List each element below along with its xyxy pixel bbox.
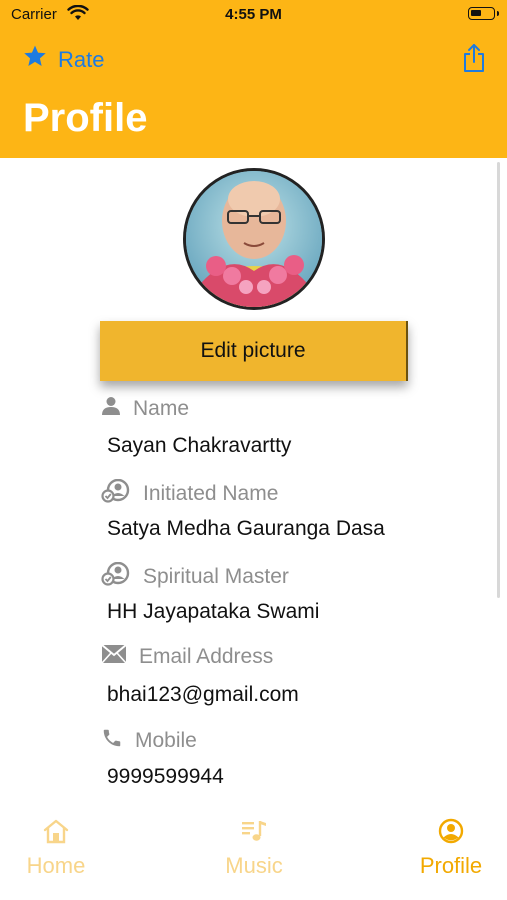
tab-home[interactable]: Home — [0, 818, 121, 879]
email-value: bhai123@gmail.com — [107, 683, 299, 706]
mobile-value: 9999599944 — [107, 765, 224, 788]
spiritual-master-value: HH Jayapataka Swami — [107, 600, 320, 623]
page-title: Profile — [23, 96, 148, 140]
profile-icon — [437, 818, 465, 849]
spiritual-master-label: Spiritual Master — [143, 565, 289, 588]
profile-avatar[interactable] — [183, 168, 325, 310]
envelope-icon — [101, 644, 127, 670]
initiated-name-label: Initiated Name — [143, 482, 279, 505]
initiated-name-label-row: Initiated Name — [101, 478, 279, 509]
person-icon — [101, 396, 121, 422]
status-bar: Carrier 4:55 PM — [0, 0, 507, 32]
rate-label: Rate — [58, 46, 105, 72]
rate-button[interactable]: Rate — [22, 44, 104, 75]
scrollbar[interactable] — [497, 162, 500, 598]
spiritual-master-label-row: Spiritual Master — [101, 561, 289, 592]
name-label-row: Name — [101, 396, 189, 422]
person-badge-icon — [101, 478, 131, 509]
share-icon — [461, 44, 487, 77]
mobile-label-row: Mobile — [101, 727, 197, 755]
mobile-label: Mobile — [135, 729, 197, 752]
home-icon — [42, 818, 70, 849]
tab-bar: Home Music Profile — [0, 808, 507, 900]
music-icon — [240, 818, 268, 849]
clock: 4:55 PM — [225, 6, 282, 23]
email-label: Email Address — [139, 645, 274, 668]
tab-profile[interactable]: Profile — [386, 818, 507, 879]
name-label: Name — [133, 397, 190, 420]
header-bar: Carrier 4:55 PM Rate Profile — [0, 0, 507, 158]
tab-music-label: Music — [225, 853, 283, 878]
name-value: Sayan Chakravartty — [107, 434, 292, 457]
initiated-name-value: Satya Medha Gauranga Dasa — [107, 517, 385, 540]
tab-profile-label: Profile — [419, 853, 483, 878]
tab-home-label: Home — [26, 853, 86, 878]
battery-icon — [468, 7, 499, 20]
phone-icon — [101, 727, 123, 755]
edit-picture-button[interactable]: Edit picture — [100, 321, 408, 381]
share-button[interactable] — [461, 43, 487, 78]
email-label-row: Email Address — [101, 644, 273, 670]
star-icon — [22, 44, 48, 75]
person-badge-icon — [101, 561, 131, 592]
tab-music[interactable]: Music — [189, 818, 319, 879]
